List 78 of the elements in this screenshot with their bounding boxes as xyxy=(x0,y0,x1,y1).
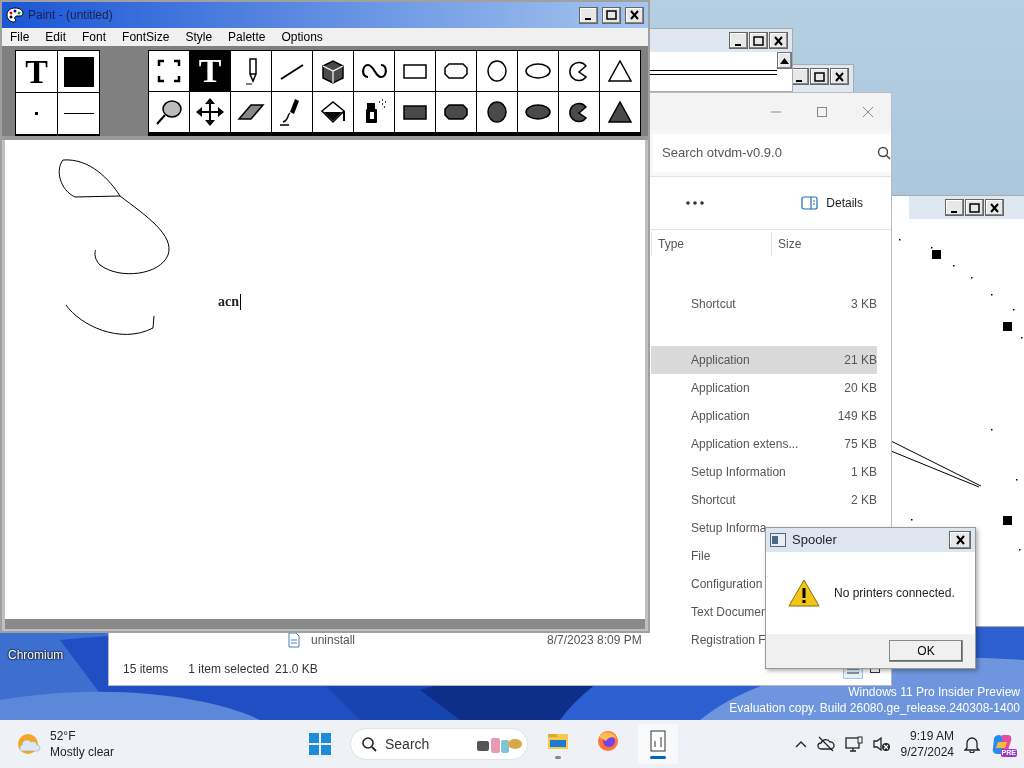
search-icon xyxy=(877,146,891,161)
close-button[interactable] xyxy=(949,531,971,549)
file-date: 8/7/2023 8:09 PM xyxy=(547,631,643,649)
temperature-text: 52°F xyxy=(50,728,77,744)
file-type: Application xyxy=(691,407,751,425)
more-icon xyxy=(685,199,706,206)
file-type: Application extens... xyxy=(691,435,800,453)
browser-icon[interactable] xyxy=(596,729,620,753)
start-icon xyxy=(309,733,331,755)
monitor-icon xyxy=(844,736,863,752)
menu-item[interactable]: Font xyxy=(74,28,115,46)
pencil-icon[interactable] xyxy=(245,57,257,85)
file-size: 2 KB xyxy=(850,491,877,509)
file-type: Registration F xyxy=(691,631,767,649)
window-title: Paint - (untitled) xyxy=(28,7,114,24)
weather-icon xyxy=(16,731,44,757)
file-type: Application xyxy=(691,351,751,369)
pencil-tool[interactable] xyxy=(231,51,271,91)
menu-item[interactable]: FontSize xyxy=(114,28,178,46)
column-header[interactable]: Type xyxy=(651,231,771,256)
file-size: 75 KB xyxy=(843,435,877,453)
selected-row[interactable]: Application 21 KB xyxy=(651,345,877,374)
search-icon xyxy=(361,736,377,752)
scroll-bar[interactable] xyxy=(5,619,645,629)
clock-time[interactable]: 9:19 AM xyxy=(909,728,954,744)
cloud-off-icon xyxy=(816,736,835,752)
search-box[interactable]: Search xyxy=(350,728,528,760)
file-type: File xyxy=(691,547,712,565)
file-type: Application xyxy=(691,379,751,397)
file-name[interactable]: uninstall xyxy=(311,630,547,649)
chevron-up-icon xyxy=(794,740,807,748)
speaker-muted-icon xyxy=(872,736,891,752)
line-width-icon xyxy=(63,112,94,115)
file-type: Configuration xyxy=(691,575,764,593)
color-swatch xyxy=(63,56,94,87)
ok-button[interactable]: OK xyxy=(889,640,963,662)
clock-date[interactable]: 9/27/2024 xyxy=(900,744,954,760)
scroll-up-button[interactable] xyxy=(777,52,792,69)
menu-item[interactable]: Edit xyxy=(37,28,75,46)
file-type: Setup Informa xyxy=(691,519,768,537)
file-icon xyxy=(287,631,301,648)
dialog-title: Spooler xyxy=(792,531,838,550)
dot-size-icon xyxy=(35,112,38,115)
app-button[interactable] xyxy=(638,724,678,764)
status-text: 21.0 KB xyxy=(275,661,318,679)
file-type: Setup Information xyxy=(691,463,787,481)
search-placeholder: Search otvdm-v0.9.0 xyxy=(662,144,783,163)
close-icon[interactable] xyxy=(953,534,967,546)
details-pane-icon xyxy=(801,195,819,210)
watermark-text: Evaluation copy. Build 26080.ge_release.240308-1400 xyxy=(729,700,1020,716)
watermark-text: Windows 11 Pro Insider Preview xyxy=(848,684,1020,700)
app-icon xyxy=(770,533,786,547)
menu-item[interactable]: Options xyxy=(273,28,331,46)
file-type: Shortcut xyxy=(691,295,737,313)
column-header[interactable]: Size xyxy=(771,231,837,256)
font-preview: T xyxy=(16,51,57,92)
menu-item[interactable]: Palette xyxy=(220,28,274,46)
status-text: 1 item selected xyxy=(188,661,270,679)
file-size: 1 KB xyxy=(850,463,877,481)
status-text: 15 items xyxy=(123,661,169,679)
search-field[interactable]: Search otvdm-v0.9.0 xyxy=(653,134,891,173)
desktop-icon-label[interactable]: Chromium xyxy=(8,646,64,664)
canvas-text: acn xyxy=(218,294,241,310)
menu-item[interactable]: Style xyxy=(177,28,221,46)
menu-item[interactable]: File xyxy=(2,28,38,46)
file-size: 3 KB xyxy=(850,295,877,313)
copilot-icon xyxy=(990,732,1014,756)
file-type: Shortcut xyxy=(691,491,737,509)
file-size: 20 KB xyxy=(843,379,877,397)
dialog-message: No printers connected. xyxy=(834,585,955,602)
warning-icon xyxy=(788,579,820,607)
weather-condition: Mostly clear xyxy=(50,744,114,760)
palette-icon xyxy=(6,7,24,23)
details-button[interactable]: Details xyxy=(797,189,867,216)
file-size: 149 KB xyxy=(836,407,877,425)
file-size: 21 KB xyxy=(843,351,877,369)
arrow-up-icon[interactable] xyxy=(780,57,789,64)
bell-icon xyxy=(964,735,980,753)
